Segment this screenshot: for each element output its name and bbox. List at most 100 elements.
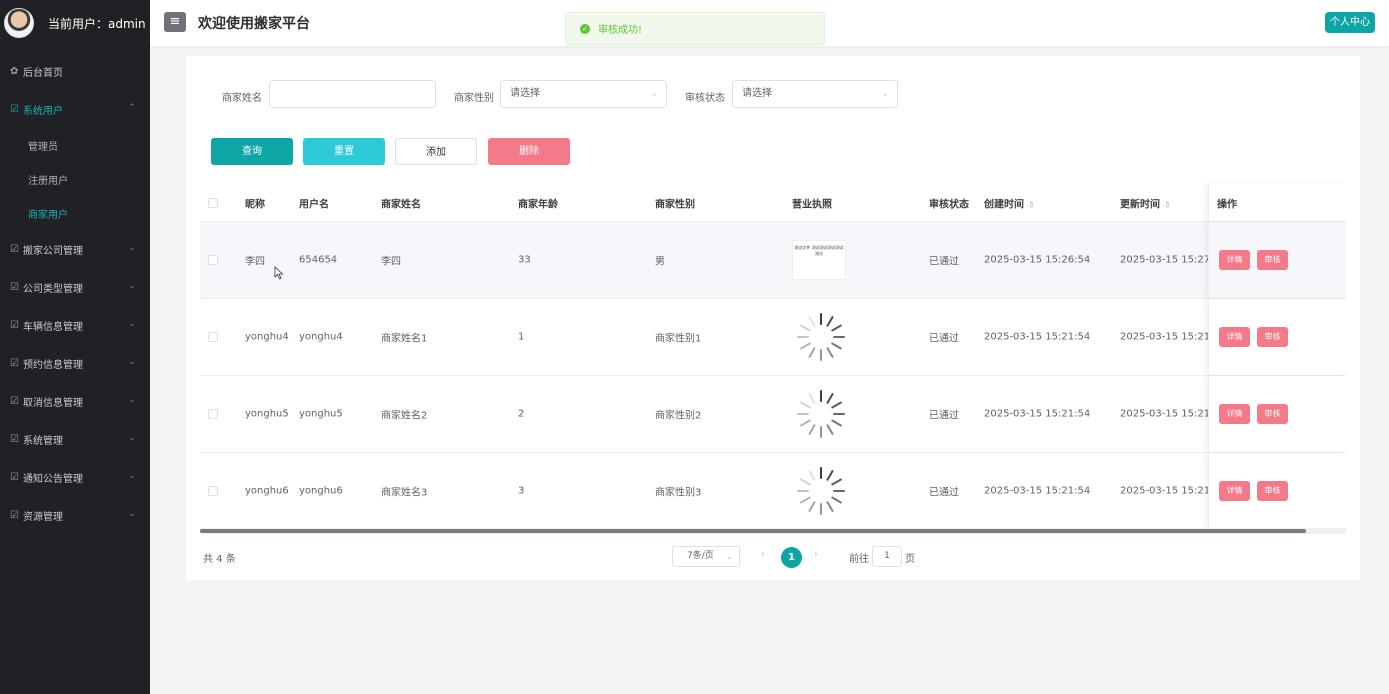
cell-nickname: yonghu6 bbox=[245, 485, 289, 497]
next-page-icon[interactable]: › bbox=[814, 549, 818, 560]
sidebar-item[interactable]: ☑ 通知公告管理 ⌄ bbox=[0, 458, 150, 496]
spinner-tick bbox=[800, 401, 811, 409]
spinner-tick bbox=[826, 501, 834, 512]
status-select-value: 请选择 bbox=[742, 88, 772, 99]
loading-spinner-icon bbox=[797, 390, 845, 438]
prev-page-icon[interactable]: ‹ bbox=[761, 549, 765, 560]
table-row: yonghu5 yonghu5 商家姓名2 2 商家性别2 已通过 2025-03-15 1… bbox=[200, 376, 1346, 453]
chevron-down-icon: ⌄ bbox=[128, 281, 136, 291]
cell-nickname: yonghu4 bbox=[245, 331, 289, 343]
chevron-down-icon: ⌄ bbox=[128, 509, 136, 519]
horizontal-scrollbar[interactable] bbox=[200, 529, 1306, 533]
sidebar-item[interactable]: ☑ 系统管理 ⌄ bbox=[0, 420, 150, 458]
sort-icon[interactable]: ⇕ bbox=[1028, 200, 1035, 209]
spinner-tick bbox=[800, 496, 811, 504]
gender-select-value: 请选择 bbox=[510, 88, 540, 99]
page-size-select[interactable]: 7条/页 ⌄ bbox=[672, 546, 740, 567]
spinner-tick bbox=[826, 347, 834, 358]
edit-icon: ☑ bbox=[10, 357, 19, 369]
table-row: yonghu4 yonghu4 商家姓名1 1 商家性别1 已通过 2025-03-15 1… bbox=[200, 299, 1346, 376]
menu-toggle-button[interactable]: ≡ bbox=[164, 12, 186, 32]
sidebar-item-label: 取消信息管理 bbox=[23, 397, 83, 409]
merchant-name-input[interactable] bbox=[269, 80, 436, 108]
audit-status-select[interactable]: 请选择 ⌄ bbox=[732, 80, 898, 108]
col-created-time[interactable]: 创建时间 ⇕ bbox=[984, 195, 1035, 210]
delete-button[interactable]: 删除 bbox=[488, 138, 570, 165]
cell-created-time: 2025-03-15 15:21:54 bbox=[984, 485, 1091, 497]
chevron-down-icon: ⌄ bbox=[128, 395, 136, 405]
sidebar-subitem[interactable]: 注册用户 bbox=[0, 162, 150, 196]
spinner-tick bbox=[808, 501, 816, 512]
cell-merchant-name: 商家姓名2 bbox=[381, 410, 428, 422]
select-all-checkbox[interactable] bbox=[208, 197, 218, 208]
loading-spinner-icon bbox=[797, 313, 845, 361]
row-checkbox[interactable] bbox=[208, 409, 218, 419]
detail-button[interactable]: 详情 bbox=[1219, 250, 1250, 270]
sidebar-item-label: 通知公告管理 bbox=[23, 473, 83, 485]
spinner-tick bbox=[808, 393, 816, 404]
goto-page-input[interactable]: 1 bbox=[872, 546, 902, 567]
sidebar-item[interactable]: ☑ 车辆信息管理 ⌄ bbox=[0, 306, 150, 344]
add-button[interactable]: 添加 bbox=[395, 138, 477, 165]
sidebar-item[interactable]: ☑ 系统用户 ⌃ bbox=[0, 90, 150, 128]
cell-audit-status: 已通过 bbox=[929, 487, 959, 499]
sidebar-subitem[interactable]: 管理员 bbox=[0, 128, 150, 162]
spinner-tick bbox=[800, 342, 811, 350]
sidebar-item-label: 预约信息管理 bbox=[23, 359, 83, 371]
row-checkbox[interactable] bbox=[208, 255, 218, 265]
spinner-tick bbox=[808, 470, 816, 481]
sidebar-item[interactable]: ☑ 预约信息管理 ⌄ bbox=[0, 344, 150, 382]
sort-icon[interactable]: ⇕ bbox=[1164, 200, 1171, 209]
merchant-gender-select[interactable]: 请选择 ⌄ bbox=[500, 80, 667, 108]
avatar[interactable] bbox=[4, 8, 34, 38]
profile-center-button[interactable]: 个人中心 bbox=[1325, 12, 1375, 33]
col-updated-time[interactable]: 更新时间 ⇕ bbox=[1120, 195, 1171, 210]
audit-button[interactable]: 审核 bbox=[1257, 404, 1288, 424]
cell-merchant-age: 1 bbox=[518, 331, 525, 343]
sidebar-item-label: 公司类型管理 bbox=[23, 283, 83, 295]
cell-created-time: 2025-03-15 15:21:54 bbox=[984, 408, 1091, 420]
filter-status-label: 审核状态 bbox=[685, 93, 725, 104]
chevron-down-icon: ⌄ bbox=[128, 319, 136, 329]
audit-button[interactable]: 审核 bbox=[1257, 327, 1288, 347]
spinner-tick bbox=[826, 393, 834, 404]
mouse-cursor-icon bbox=[274, 266, 284, 280]
cell-username: 654654 bbox=[299, 254, 338, 266]
sidebar-item[interactable]: ✿ 后台首页 bbox=[0, 52, 150, 90]
cell-merchant-age: 33 bbox=[518, 254, 531, 266]
chevron-down-icon: ⌄ bbox=[128, 357, 136, 367]
cell-audit-status: 已通过 bbox=[929, 410, 959, 422]
detail-button[interactable]: 详情 bbox=[1219, 404, 1250, 424]
detail-button[interactable]: 详情 bbox=[1219, 327, 1250, 347]
detail-button[interactable]: 详情 bbox=[1219, 481, 1250, 501]
business-license-image[interactable]: 测试文件 测试测试测试测试测试 bbox=[792, 240, 846, 280]
query-button[interactable]: 查询 bbox=[211, 138, 293, 165]
chevron-down-icon: ⌄ bbox=[128, 243, 136, 253]
sidebar-subitem[interactable]: 商家用户 bbox=[0, 196, 150, 230]
spinner-tick bbox=[831, 401, 842, 409]
edit-icon: ☑ bbox=[10, 433, 19, 445]
cell-audit-status: 已通过 bbox=[929, 333, 959, 345]
reset-button[interactable]: 重置 bbox=[303, 138, 385, 165]
chevron-down-icon: ⌄ bbox=[726, 552, 733, 561]
table-header: 昵称 用户名 商家姓名 商家年龄 商家性别 营业执照 审核状态 创建时间 ⇕ 更新… bbox=[200, 184, 1346, 222]
cell-username: yonghu5 bbox=[299, 408, 343, 420]
cell-nickname: yonghu5 bbox=[245, 408, 289, 420]
row-actions: 详情 审核 bbox=[1208, 376, 1346, 452]
audit-button[interactable]: 审核 bbox=[1257, 481, 1288, 501]
edit-icon: ☑ bbox=[10, 103, 19, 115]
edit-icon: ☑ bbox=[10, 395, 19, 407]
sidebar-item[interactable]: ☑ 搬家公司管理 ⌄ bbox=[0, 230, 150, 268]
row-checkbox[interactable] bbox=[208, 486, 218, 496]
cell-merchant-gender: 商家性别3 bbox=[655, 487, 702, 499]
current-page-button[interactable]: 1 bbox=[781, 547, 802, 568]
sidebar-item[interactable]: ☑ 公司类型管理 ⌄ bbox=[0, 268, 150, 306]
col-business-license: 营业执照 bbox=[792, 199, 832, 210]
sidebar-item[interactable]: ☑ 资源管理 ⌄ bbox=[0, 496, 150, 534]
cell-updated-time: 2025-03-15 15:21:5 bbox=[1120, 408, 1220, 420]
chevron-down-icon: ⌄ bbox=[881, 89, 889, 99]
audit-button[interactable]: 审核 bbox=[1257, 250, 1288, 270]
row-checkbox[interactable] bbox=[208, 332, 218, 342]
sidebar-item-label: 搬家公司管理 bbox=[23, 245, 83, 257]
sidebar-item[interactable]: ☑ 取消信息管理 ⌄ bbox=[0, 382, 150, 420]
